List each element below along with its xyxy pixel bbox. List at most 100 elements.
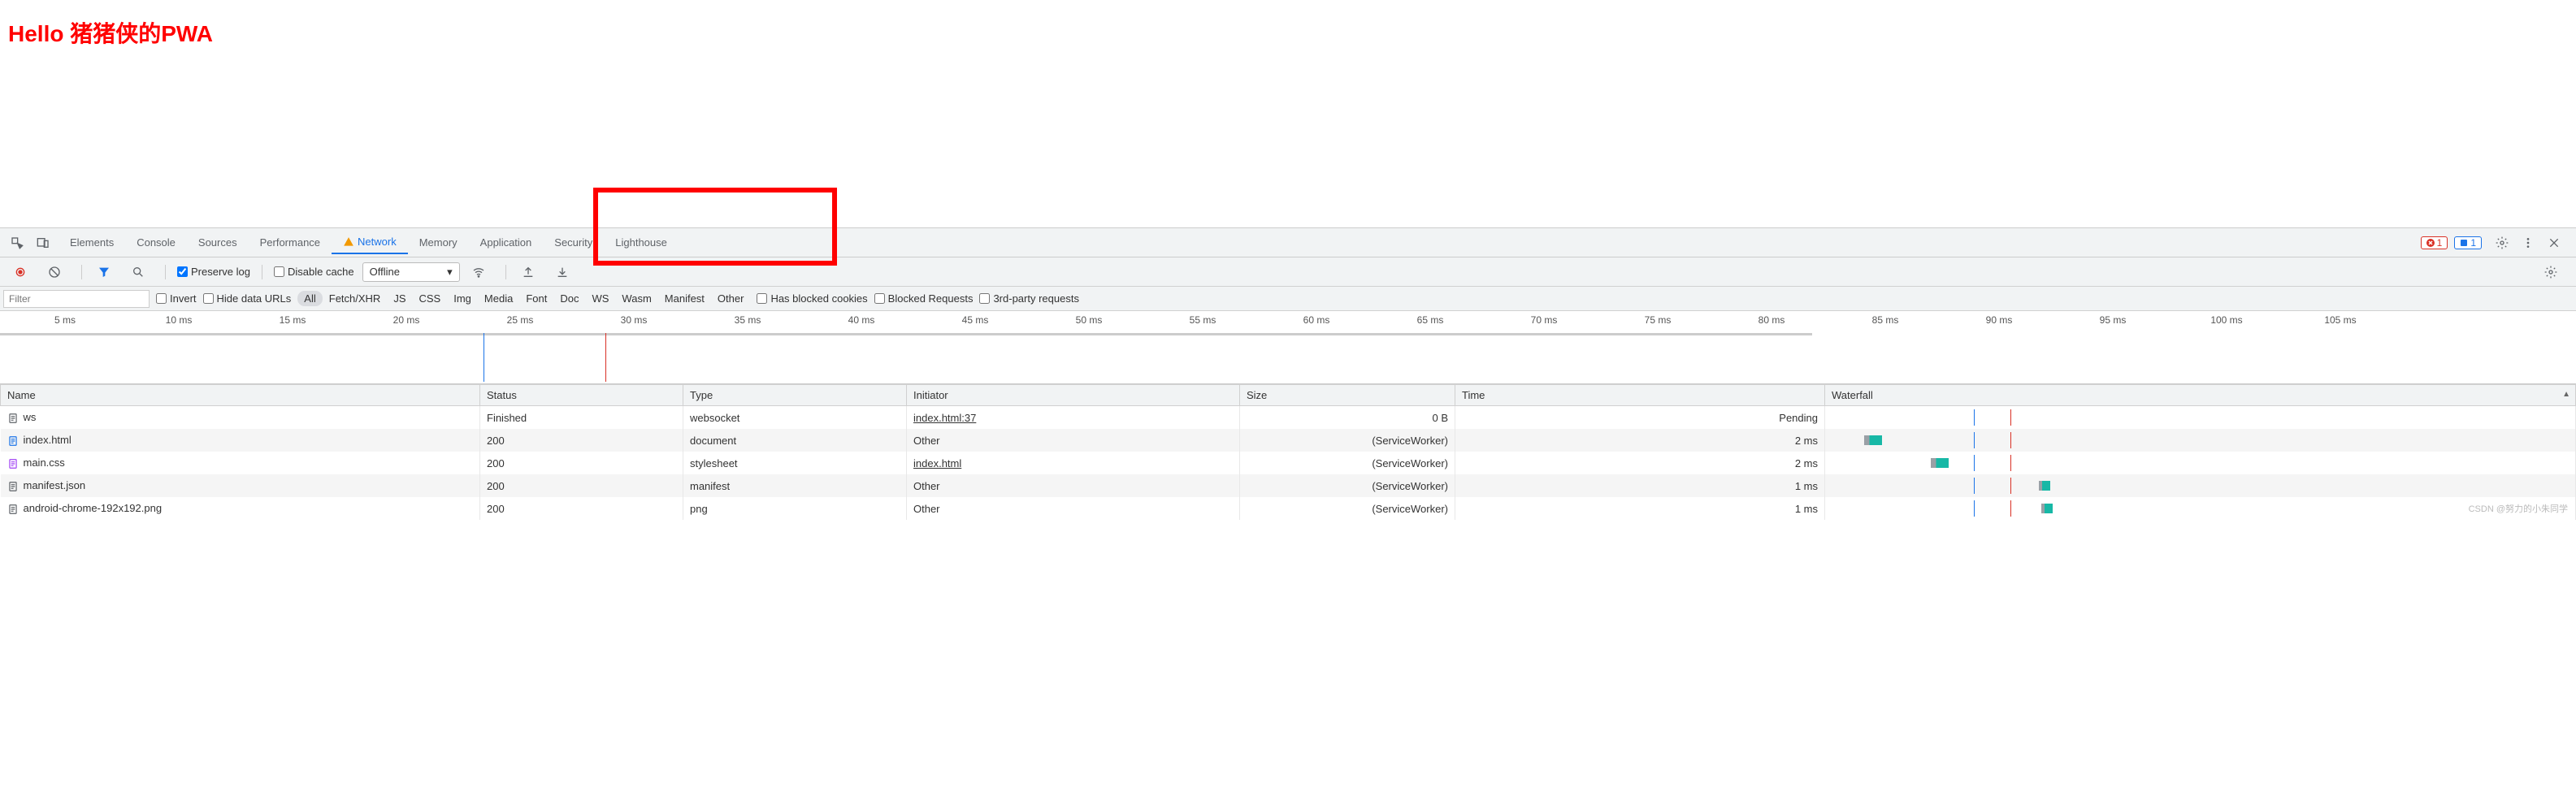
- upload-har-icon[interactable]: [518, 262, 539, 283]
- record-icon[interactable]: [10, 262, 31, 283]
- filter-type-img[interactable]: Img: [447, 291, 478, 306]
- tab-sources[interactable]: Sources: [187, 231, 249, 253]
- filter-input[interactable]: [3, 290, 150, 308]
- timeline-tick: 100 ms: [2170, 314, 2283, 326]
- inspect-icon[interactable]: [7, 232, 28, 253]
- watermark: CSDN @努力的小朱同学: [2469, 502, 2568, 515]
- tab-console[interactable]: Console: [125, 231, 187, 253]
- filter-type-manifest[interactable]: Manifest: [658, 291, 711, 306]
- search-icon[interactable]: [128, 262, 149, 283]
- col-type[interactable]: Type: [683, 385, 907, 406]
- col-time[interactable]: Time: [1455, 385, 1825, 406]
- timeline-tick: 105 ms: [2283, 314, 2397, 326]
- invert-checkbox[interactable]: Invert: [156, 292, 197, 305]
- devtools-panel: Elements Console Sources Performance Net…: [0, 227, 2576, 520]
- tab-performance[interactable]: Performance: [249, 231, 332, 253]
- waterfall-bar: [2041, 504, 2053, 513]
- wifi-icon[interactable]: [468, 262, 489, 283]
- close-icon[interactable]: [2543, 232, 2565, 253]
- hide-data-urls-checkbox[interactable]: Hide data URLs: [203, 292, 292, 305]
- filter-type-wasm[interactable]: Wasm: [615, 291, 657, 306]
- col-waterfall[interactable]: Waterfall▲: [1825, 385, 2576, 406]
- col-size[interactable]: Size: [1240, 385, 1455, 406]
- filter-type-doc[interactable]: Doc: [553, 291, 585, 306]
- load-line: [2010, 409, 2011, 426]
- col-name[interactable]: Name: [1, 385, 480, 406]
- timeline-tick: 60 ms: [1260, 314, 1373, 326]
- clear-icon[interactable]: [44, 262, 65, 283]
- filter-funnel-icon[interactable]: [93, 262, 115, 283]
- download-har-icon[interactable]: [552, 262, 573, 283]
- col-initiator[interactable]: Initiator: [907, 385, 1240, 406]
- file-type-icon: [7, 413, 19, 424]
- domcontentloaded-line: [1974, 455, 1975, 471]
- col-status[interactable]: Status: [480, 385, 683, 406]
- tab-lighthouse[interactable]: Lighthouse: [604, 231, 679, 253]
- load-line: [2010, 432, 2011, 448]
- tab-network[interactable]: Network: [332, 231, 408, 255]
- blocked-requests-checkbox[interactable]: Blocked Requests: [874, 292, 974, 305]
- timeline-tick: 30 ms: [577, 314, 691, 326]
- table-row[interactable]: index.html200documentOther(ServiceWorker…: [1, 429, 2576, 452]
- timeline-tick: 25 ms: [463, 314, 577, 326]
- page-heading: Hello 猪猪侠的PWA: [0, 0, 2576, 227]
- tab-security[interactable]: Security: [543, 231, 604, 253]
- initiator-link[interactable]: index.html: [913, 457, 961, 469]
- throttling-select[interactable]: Offline▾: [362, 262, 460, 282]
- blocked-cookies-checkbox[interactable]: Has blocked cookies: [757, 292, 867, 305]
- filter-bar: Invert Hide data URLs AllFetch/XHRJSCSSI…: [0, 287, 2576, 311]
- timeline-tick: 15 ms: [236, 314, 349, 326]
- network-toolbar: Preserve log Disable cache Offline▾: [0, 257, 2576, 287]
- issues-badge[interactable]: 1: [2454, 236, 2482, 249]
- file-type-icon: [7, 504, 19, 515]
- file-type-icon: [7, 481, 19, 492]
- domcontentloaded-line: [1974, 500, 1975, 517]
- warning-icon: [343, 236, 354, 248]
- timeline-tick: 70 ms: [1487, 314, 1601, 326]
- filter-type-js[interactable]: JS: [387, 291, 412, 306]
- timeline-tick: 35 ms: [691, 314, 804, 326]
- errors-badge[interactable]: 1: [2421, 236, 2448, 249]
- table-row[interactable]: main.css200stylesheetindex.html(ServiceW…: [1, 452, 2576, 474]
- device-toolbar-icon[interactable]: [33, 232, 54, 253]
- file-type-icon: [7, 458, 19, 469]
- waterfall-bar: [2039, 481, 2050, 491]
- load-line: [605, 333, 606, 382]
- filter-type-all[interactable]: All: [297, 291, 322, 306]
- tab-memory[interactable]: Memory: [408, 231, 469, 253]
- tab-application[interactable]: Application: [469, 231, 544, 253]
- timeline-tick: 75 ms: [1601, 314, 1715, 326]
- table-row[interactable]: wsFinishedwebsocketindex.html:370 BPendi…: [1, 406, 2576, 430]
- filter-type-media[interactable]: Media: [478, 291, 519, 306]
- third-party-checkbox[interactable]: 3rd-party requests: [979, 292, 1079, 305]
- filter-type-css[interactable]: CSS: [413, 291, 448, 306]
- domcontentloaded-line: [1974, 478, 1975, 494]
- tab-elements[interactable]: Elements: [59, 231, 125, 253]
- timeline-tick: 55 ms: [1146, 314, 1260, 326]
- timeline-tick: 65 ms: [1373, 314, 1487, 326]
- settings-gear-icon[interactable]: [2491, 232, 2513, 253]
- initiator-link[interactable]: index.html:37: [913, 412, 976, 424]
- panel-settings-gear-icon[interactable]: [2540, 262, 2561, 283]
- filter-type-ws[interactable]: WS: [585, 291, 615, 306]
- timeline-tick: 20 ms: [349, 314, 463, 326]
- timeline-tick: 5 ms: [8, 314, 122, 326]
- timeline-tick: 45 ms: [918, 314, 1032, 326]
- timeline-tick: 10 ms: [122, 314, 236, 326]
- timeline-tick: 90 ms: [1942, 314, 2056, 326]
- disable-cache-checkbox[interactable]: Disable cache: [274, 266, 354, 278]
- filter-type-font[interactable]: Font: [519, 291, 553, 306]
- preserve-log-checkbox[interactable]: Preserve log: [177, 266, 250, 278]
- file-type-icon: [7, 435, 19, 447]
- filter-type-other[interactable]: Other: [711, 291, 751, 306]
- timeline-tick: 85 ms: [1828, 314, 1942, 326]
- filter-type-fetchxhr[interactable]: Fetch/XHR: [323, 291, 388, 306]
- more-vert-icon[interactable]: [2517, 232, 2539, 253]
- table-row[interactable]: android-chrome-192x192.png200pngOther(Se…: [1, 497, 2576, 520]
- chevron-down-icon: ▾: [447, 266, 453, 279]
- table-row[interactable]: manifest.json200manifestOther(ServiceWor…: [1, 474, 2576, 497]
- timeline-overview[interactable]: 5 ms10 ms15 ms20 ms25 ms30 ms35 ms40 ms4…: [0, 311, 2576, 384]
- domcontentloaded-line: [1974, 409, 1975, 426]
- network-table: Name Status Type Initiator Size Time Wat…: [0, 384, 2576, 520]
- waterfall-bar: [1864, 435, 1882, 445]
